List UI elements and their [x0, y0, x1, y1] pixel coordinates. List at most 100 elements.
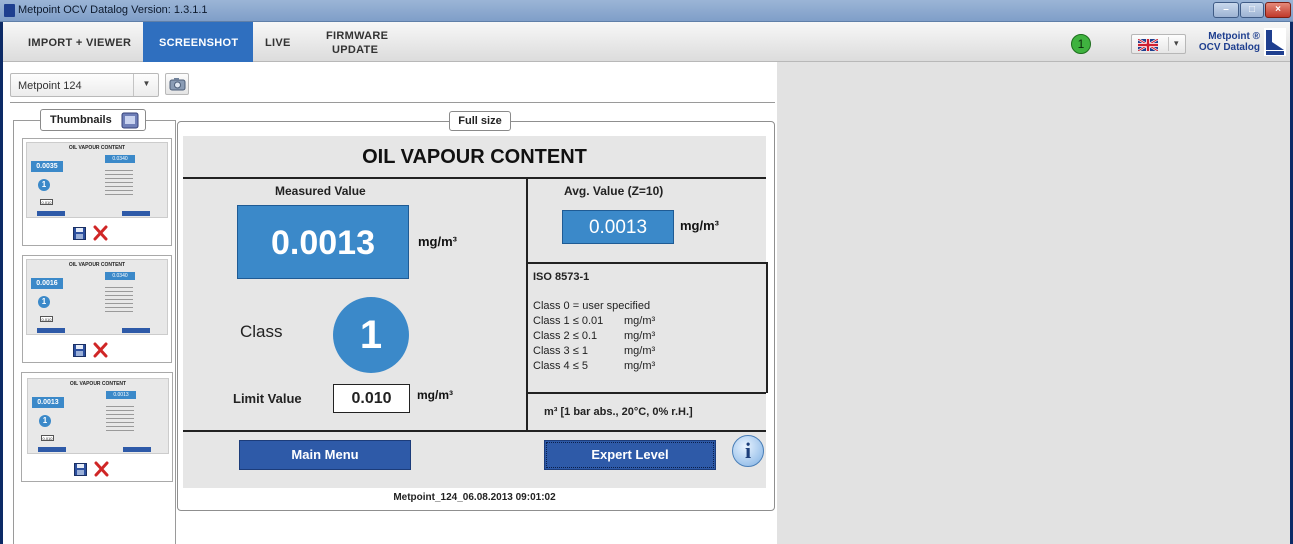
delete-icon[interactable] — [93, 225, 108, 241]
avg-unit: mg/m³ — [680, 218, 719, 233]
iso-class-1: Class 1 ≤ 0.01 — [533, 315, 604, 327]
tab-import-viewer[interactable]: IMPORT + VIEWER — [12, 22, 136, 62]
maximize-button[interactable]: □ — [1240, 2, 1264, 18]
iso-class-2: Class 2 ≤ 0.1 — [533, 330, 598, 342]
tab-label-line2: UPDATE — [332, 44, 379, 56]
delete-icon[interactable] — [94, 461, 109, 477]
reference-conditions: m³ [1 bar abs., 20°C, 0% r.H.] — [544, 406, 693, 418]
full-size-header: Full size — [449, 111, 511, 131]
thumbnail-iso-text — [105, 284, 133, 312]
screen-title: OIL VAPOUR CONTENT — [362, 146, 587, 168]
iso-class-4: Class 4 ≤ 5 — [533, 360, 588, 372]
thumbnail-main-menu — [37, 211, 65, 216]
save-icon[interactable] — [73, 227, 86, 240]
screenshot-filename: Metpoint_124_06.08.2013 09:01:02 — [393, 492, 556, 503]
thumbnail-iso-text — [105, 167, 133, 195]
tab-live[interactable]: LIVE — [263, 22, 313, 62]
limit-label: Limit Value — [233, 391, 302, 406]
main-menu-button[interactable]: Main Menu — [239, 440, 411, 470]
divider — [183, 430, 766, 432]
menu-bar: IMPORT + VIEWER SCREENSHOT LIVE FIRMWARE… — [0, 22, 1293, 62]
uk-flag-icon — [1138, 39, 1158, 51]
close-button[interactable]: × — [1265, 2, 1291, 18]
thumbnail-title: OIL VAPOUR CONTENT — [68, 145, 126, 151]
thumbnail-expert-level — [123, 447, 151, 452]
thumbnail-limit: 0.010 — [40, 199, 53, 205]
iso-class-3-unit: mg/m³ — [624, 345, 656, 357]
divider — [528, 392, 766, 394]
thumbnail-expert-level — [122, 211, 150, 216]
brand-line2: OCV Datalog — [1198, 42, 1260, 53]
thumbnail-title: OIL VAPOUR CONTENT — [68, 262, 126, 268]
tab-label-line1: FIRMWARE — [326, 30, 389, 42]
delete-icon[interactable] — [93, 342, 108, 358]
measured-label: Measured Value — [275, 184, 366, 198]
window-title: Metpoint OCV Datalog Version: 1.3.1.1 — [18, 4, 208, 16]
camera-icon — [169, 78, 186, 91]
window-title-bar: Metpoint OCV Datalog Version: 1.3.1.1 – … — [0, 0, 1293, 22]
chevron-down-icon: ▼ — [133, 74, 159, 96]
language-select[interactable]: ▾ — [1131, 34, 1186, 54]
toolbar-divider — [10, 102, 775, 103]
thumbnail-card[interactable]: OIL VAPOUR CONTENT 0.0035 0.0340 1 0.010 — [22, 138, 172, 246]
thumbnail-class: 1 — [39, 415, 51, 427]
info-icon[interactable]: i — [732, 435, 764, 467]
tab-label: IMPORT + VIEWER — [28, 37, 132, 49]
divider — [183, 177, 766, 179]
thumbnails-icon[interactable] — [121, 112, 139, 129]
thumbnail-measured-value: 0.0035 — [31, 161, 63, 172]
iso-class-1-unit: mg/m³ — [624, 315, 656, 327]
thumbnail-preview[interactable]: OIL VAPOUR CONTENT 0.0016 0.0340 1 0.010 — [26, 259, 168, 335]
save-icon[interactable] — [74, 463, 87, 476]
limit-value: 0.010 — [333, 384, 410, 413]
limit-unit: mg/m³ — [417, 388, 453, 402]
iso-title: ISO 8573-1 — [533, 271, 590, 283]
window-left-border — [0, 22, 3, 544]
tab-label: LIVE — [265, 37, 291, 49]
avg-label: Avg. Value (Z=10) — [564, 184, 664, 198]
divider — [766, 262, 768, 393]
thumbnail-class: 1 — [38, 296, 50, 308]
thumbnail-card[interactable]: OIL VAPOUR CONTENT 0.0016 0.0340 1 0.010 — [22, 255, 172, 363]
thumbnails-title: Thumbnails — [50, 114, 112, 126]
thumbnail-preview[interactable]: OIL VAPOUR CONTENT 0.0035 0.0340 1 0.010 — [26, 142, 168, 218]
tab-screenshot[interactable]: SCREENSHOT — [143, 22, 253, 62]
thumbnail-avg-value: 0.0340 — [105, 155, 135, 163]
thumbnail-limit: 0.010 — [40, 316, 53, 322]
minimize-button[interactable]: – — [1213, 2, 1239, 18]
thumbnail-avg-value: 0.0013 — [106, 391, 136, 399]
expert-level-button[interactable]: Expert Level — [544, 440, 716, 470]
notification-badge[interactable]: 1 — [1071, 34, 1091, 54]
brand-line1: Metpoint ® — [1208, 31, 1260, 42]
thumbnail-card-selected[interactable]: OIL VAPOUR CONTENT 0.0013 0.0013 1 0.010 — [21, 372, 173, 482]
measured-unit: mg/m³ — [418, 234, 457, 249]
measured-value: 0.0013 — [237, 205, 409, 279]
screenshot-camera-button[interactable] — [165, 73, 189, 95]
save-icon[interactable] — [73, 344, 86, 357]
iso-class-2-unit: mg/m³ — [624, 330, 656, 342]
thumbnail-measured-value: 0.0016 — [31, 278, 63, 289]
divider — [1168, 37, 1169, 51]
thumbnail-avg-value: 0.0340 — [105, 272, 135, 280]
beko-logo-icon — [1264, 28, 1286, 56]
divider — [528, 262, 766, 264]
tab-label: SCREENSHOT — [159, 37, 239, 49]
device-select[interactable]: Metpoint 124 ▼ — [10, 73, 159, 97]
device-select-value: Metpoint 124 — [18, 80, 82, 92]
brand-logo-text: Metpoint ® OCV Datalog — [1198, 31, 1260, 53]
avg-value: 0.0013 — [562, 210, 674, 244]
thumbnail-expert-level — [122, 328, 150, 333]
screenshot-view — [183, 136, 766, 488]
iso-class-3: Class 3 ≤ 1 — [533, 345, 588, 357]
thumbnails-header: Thumbnails — [40, 109, 146, 131]
thumbnail-preview[interactable]: OIL VAPOUR CONTENT 0.0013 0.0013 1 0.010 — [27, 378, 169, 454]
thumbnail-main-menu — [38, 447, 66, 452]
iso-class-4-unit: mg/m³ — [624, 360, 656, 372]
thumbnail-class: 1 — [38, 179, 50, 191]
iso-class-0: Class 0 = user specified — [533, 300, 651, 312]
thumbnail-limit: 0.010 — [41, 435, 54, 441]
thumbnail-main-menu — [37, 328, 65, 333]
tab-firmware-update[interactable]: FIRMWARE UPDATE — [320, 22, 400, 62]
chevron-down-icon: ▾ — [1174, 38, 1179, 48]
empty-right-area — [777, 62, 1290, 544]
